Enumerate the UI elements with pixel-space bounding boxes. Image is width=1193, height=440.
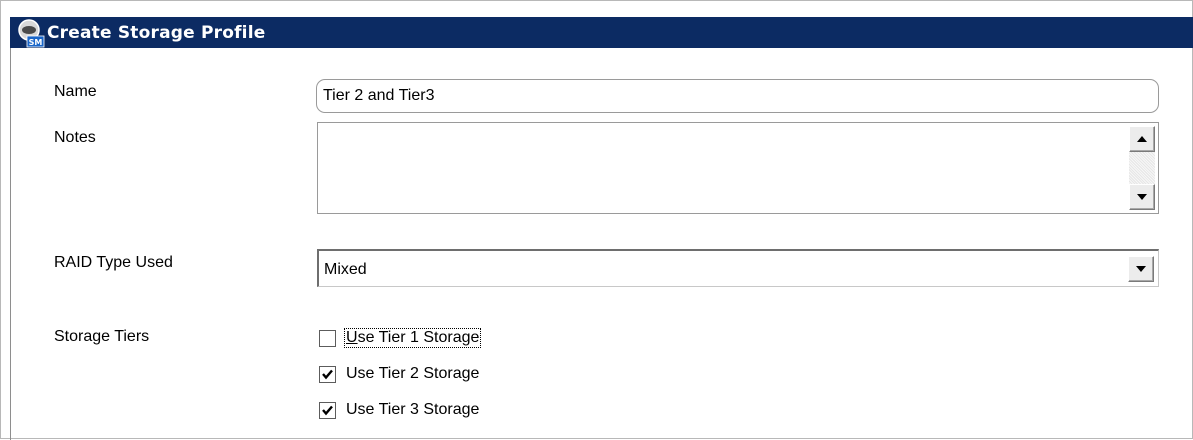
scroll-up-button[interactable] [1129, 126, 1155, 152]
raid-type-select[interactable]: Mixed [317, 249, 1159, 287]
name-input[interactable] [316, 79, 1159, 113]
raid-type-label: RAID Type Used [54, 254, 173, 271]
tier-2-checkbox[interactable] [319, 365, 336, 383]
tier-3-checkbox[interactable] [319, 401, 336, 419]
tier-1-mnemonic: U [346, 329, 358, 346]
checkmark-icon [322, 369, 333, 379]
title-bar[interactable]: SM Create Storage Profile [10, 17, 1193, 48]
scroll-down-button[interactable] [1129, 184, 1155, 210]
window-title: Create Storage Profile [47, 22, 266, 43]
notes-textarea[interactable] [318, 123, 1130, 217]
name-label: Name [54, 83, 97, 100]
checkmark-icon [322, 405, 333, 415]
svg-text:SM: SM [29, 38, 43, 47]
create-storage-profile-dialog: SM Create Storage Profile Name Notes RAI… [0, 0, 1193, 440]
tier-1-checkbox-row[interactable]: Use Tier 1 Storage [319, 327, 482, 349]
dialog-left-border [10, 48, 11, 440]
tier-1-label: Use Tier 1 Storage [343, 328, 482, 348]
tier-2-checkbox-row[interactable]: Use Tier 2 Storage [319, 363, 480, 385]
notes-textarea-container [317, 122, 1159, 217]
notes-scrollbar[interactable] [1129, 126, 1155, 210]
raid-type-value: Mixed [324, 261, 367, 278]
tier-1-checkbox[interactable] [319, 329, 336, 347]
chevron-down-icon [1136, 266, 1146, 272]
dell-storage-manager-icon: SM [15, 18, 45, 48]
tier-2-label: Use Tier 2 Storage [346, 365, 480, 382]
arrow-up-icon [1137, 136, 1147, 142]
arrow-down-icon [1137, 194, 1147, 200]
dropdown-button[interactable] [1128, 256, 1154, 282]
storage-tiers-label: Storage Tiers [54, 328, 150, 345]
tier-3-label: Use Tier 3 Storage [346, 401, 480, 418]
notes-label: Notes [54, 129, 96, 146]
tier-3-checkbox-row[interactable]: Use Tier 3 Storage [319, 399, 480, 421]
tier-1-label-text: se Tier 1 Storage [357, 329, 480, 346]
